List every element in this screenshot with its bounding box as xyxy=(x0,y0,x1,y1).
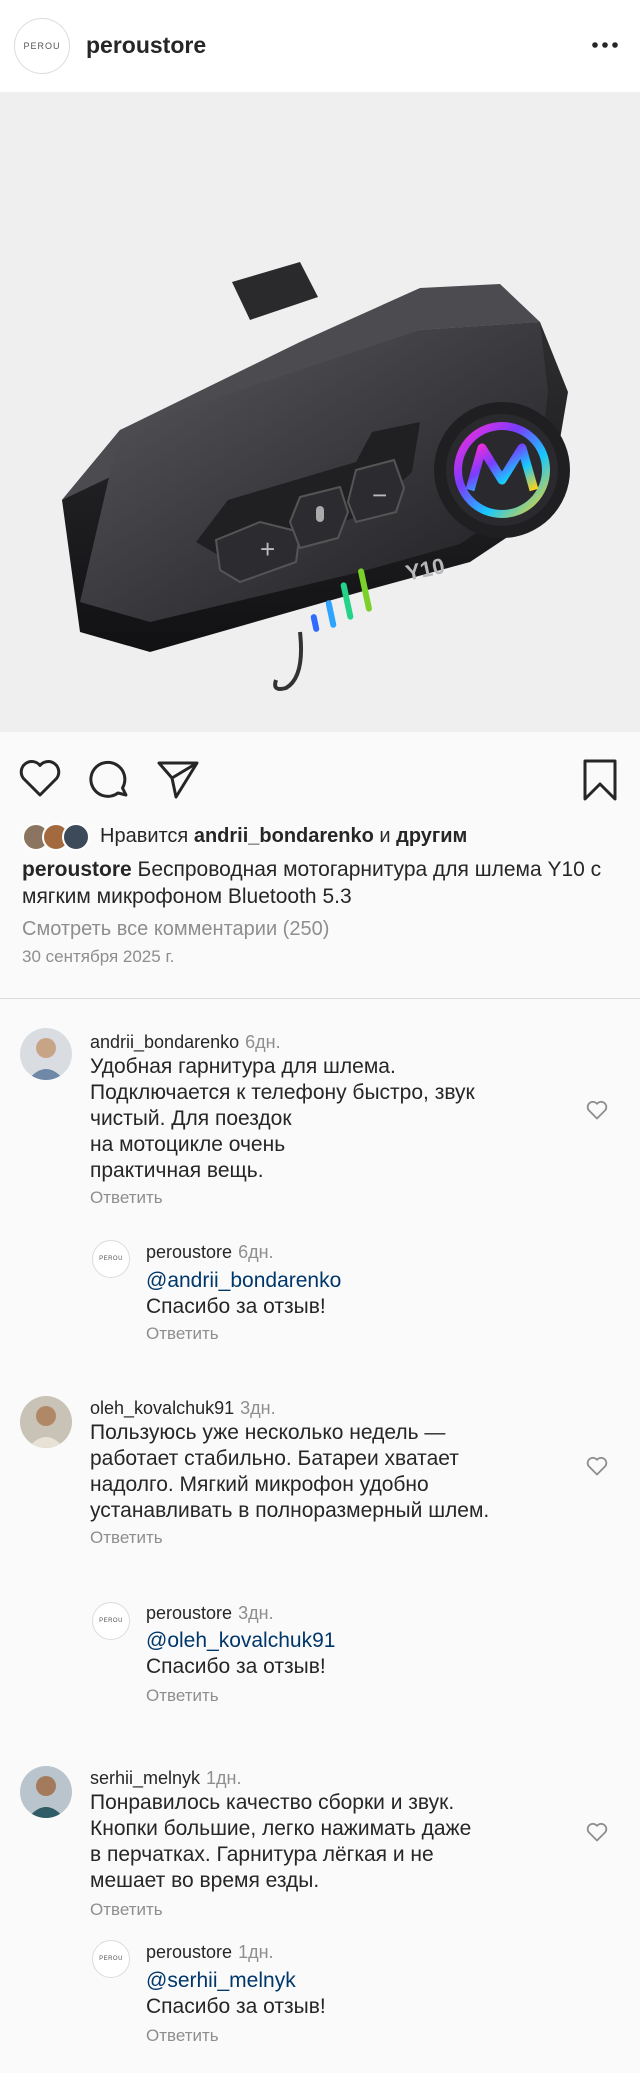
caption-username[interactable]: peroustore xyxy=(22,858,132,881)
heart-icon[interactable] xyxy=(18,758,62,798)
post-actions xyxy=(0,758,640,806)
likes-and: и xyxy=(379,824,391,847)
liked-by-avatars xyxy=(22,823,92,851)
store-reply-avatar[interactable]: PEROU xyxy=(92,1940,130,1978)
comment-line: Кнопки большие, легко нажимать даже xyxy=(90,1817,472,1840)
store-logo-text: PEROU xyxy=(99,1618,123,1624)
reply-button[interactable]: Ответить xyxy=(146,2026,219,2046)
reply-header: peroustore 1дн. xyxy=(146,1942,274,1963)
comment-text: Пользуюсь уже несколько недель — работае… xyxy=(90,1420,489,1524)
comment-line: Подключается к телефону быстро, звук xyxy=(90,1081,475,1104)
post-date: 30 сентября 2025 г. xyxy=(22,947,175,966)
store-logo-text: PEROU xyxy=(23,41,61,51)
comment-like-icon[interactable] xyxy=(586,1822,608,1842)
store-reply-avatar[interactable]: PEROU xyxy=(92,1602,130,1640)
reply-button[interactable]: Ответить xyxy=(146,1686,219,1706)
reply-text: @serhii_melnyk Спасибо за отзыв! xyxy=(146,1968,326,2020)
headset-illustration: + − Y10 xyxy=(62,262,570,691)
avatar[interactable] xyxy=(20,1028,72,1080)
send-icon[interactable] xyxy=(156,758,200,800)
post-image[interactable]: + − Y10 xyxy=(0,92,640,732)
post-caption: peroustore Беспроводная мотогарнитура дл… xyxy=(22,856,632,910)
reply-message: Спасибо за отзыв! xyxy=(146,1295,326,1318)
comment-line: на мотоцикле очень xyxy=(90,1133,286,1156)
svg-text:+: + xyxy=(260,534,275,564)
comment-line: устанавливать в полноразмерный шлем. xyxy=(90,1499,490,1522)
store-logo-text: PEROU xyxy=(99,1256,123,1262)
likes-user[interactable]: andrii_bondarenko xyxy=(194,825,374,848)
comment-username[interactable]: oleh_kovalchuk91 xyxy=(90,1398,234,1418)
comment-line: Пользуюсь уже несколько недель — xyxy=(90,1421,446,1444)
comment-line: чистый. Для поездок xyxy=(90,1107,292,1130)
comment-line: практичная вещь. xyxy=(90,1159,264,1182)
avatar[interactable] xyxy=(20,1396,72,1448)
comment-line: Удобная гарнитура для шлема. xyxy=(90,1055,396,1078)
store-avatar[interactable]: PEROU xyxy=(14,18,70,74)
comment-line: мешает во время езды. xyxy=(90,1869,320,1892)
more-icon[interactable] xyxy=(590,35,620,55)
reply-time: 3дн. xyxy=(238,1603,274,1623)
likes-row[interactable]: Нравится andrii_bondarenko и другим xyxy=(22,822,622,851)
reply-username[interactable]: peroustore xyxy=(146,1942,232,1962)
comment-time: 6дн. xyxy=(245,1032,281,1052)
reply-button[interactable]: Ответить xyxy=(146,1324,219,1344)
reply-header: peroustore 6дн. xyxy=(146,1242,274,1263)
comment-header: andrii_bondarenko 6дн. xyxy=(90,1032,281,1053)
comment-line: надолго. Мягкий микрофон удобно xyxy=(90,1473,429,1496)
comment-like-icon[interactable] xyxy=(586,1456,608,1476)
comment-text: Удобная гарнитура для шлема. Подключаетс… xyxy=(90,1054,475,1184)
comment-text: Понравилось качество сборки и звук. Кноп… xyxy=(90,1790,471,1894)
view-all-comments-link[interactable]: Смотреть все комментарии (250) xyxy=(22,918,329,941)
reply-message: Спасибо за отзыв! xyxy=(146,1995,326,2018)
svg-text:−: − xyxy=(372,480,387,510)
reply-button[interactable]: Ответить xyxy=(90,1900,163,1920)
reply-text: @andrii_bondarenko Спасибо за отзыв! xyxy=(146,1268,341,1320)
reply-time: 1дн. xyxy=(238,1942,274,1962)
reply-username[interactable]: peroustore xyxy=(146,1603,232,1623)
post-header: PEROU peroustore xyxy=(0,0,640,92)
comment-time: 3дн. xyxy=(240,1398,276,1418)
comment-line: в перчатках. Гарнитура лёгкая и не xyxy=(90,1843,434,1866)
reply-text: @oleh_kovalchuk91 Спасибо за отзыв! xyxy=(146,1628,335,1680)
comment-line: Понравилось качество сборки и звук. xyxy=(90,1791,455,1814)
comment-header: serhii_melnyk 1дн. xyxy=(90,1768,242,1789)
store-reply-avatar[interactable]: PEROU xyxy=(92,1240,130,1278)
reply-message: Спасибо за отзыв! xyxy=(146,1655,326,1678)
comment-line: работает стабильно. Батареи хватает xyxy=(90,1447,459,1470)
reply-button[interactable]: Ответить xyxy=(90,1188,163,1208)
reply-button[interactable]: Ответить xyxy=(90,1528,163,1548)
reply-time: 6дн. xyxy=(238,1242,274,1262)
comment-time: 1дн. xyxy=(206,1768,242,1788)
comment-username[interactable]: serhii_melnyk xyxy=(90,1768,200,1788)
header-username[interactable]: peroustore xyxy=(86,32,206,59)
likes-others[interactable]: другим xyxy=(396,825,467,848)
avatar xyxy=(62,823,90,851)
likes-prefix: Нравится xyxy=(100,824,189,847)
reply-username[interactable]: peroustore xyxy=(146,1242,232,1262)
divider xyxy=(0,998,640,999)
store-logo-text: PEROU xyxy=(99,1956,123,1962)
reply-mention[interactable]: @andrii_bondarenko xyxy=(146,1268,341,1294)
comment-icon[interactable] xyxy=(88,758,132,802)
reply-header: peroustore 3дн. xyxy=(146,1603,274,1624)
avatar[interactable] xyxy=(20,1766,72,1818)
comment-username[interactable]: andrii_bondarenko xyxy=(90,1032,239,1052)
comment-header: oleh_kovalchuk91 3дн. xyxy=(90,1398,276,1419)
reply-mention[interactable]: @serhii_melnyk xyxy=(146,1968,326,1994)
reply-mention[interactable]: @oleh_kovalchuk91 xyxy=(146,1628,335,1654)
bookmark-icon[interactable] xyxy=(580,758,620,802)
comment-like-icon[interactable] xyxy=(586,1100,608,1120)
